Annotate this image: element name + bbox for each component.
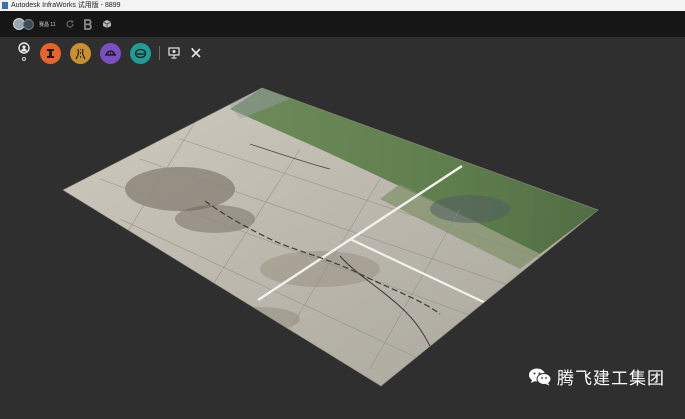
drainage-icon [134,48,147,58]
model-tool-button[interactable] [40,42,61,64]
presentation-tool-button[interactable] [167,46,181,60]
toolbar-divider [159,46,160,60]
model-cube-icon[interactable] [102,19,112,29]
road-icon [75,48,86,59]
top-bar: 赛昌 11 [0,11,685,37]
main-toolbar [0,37,685,69]
bridge-tool-button[interactable] [100,42,121,64]
build-model-icon [47,48,54,58]
location-tool-button[interactable] [17,40,31,66]
presentation-icon [168,47,180,59]
tools-icon [191,48,201,58]
bridge-icon [105,49,116,56]
location-pin-icon [18,42,30,61]
wechat-icon [529,368,552,385]
road-tool-button[interactable] [70,42,91,64]
window-title: Autodesk InfraWorks 试用版 - 8899 [11,2,121,9]
account-badge-icon [23,18,34,30]
bim360-icon[interactable] [83,18,93,30]
terrain-model[interactable] [0,69,685,414]
drainage-tool-button[interactable] [130,42,151,64]
watermark-text: 腾飞建工集团 [557,369,665,388]
infraworks-app-icon [2,2,8,9]
refresh-icon[interactable] [65,19,75,29]
window-titlebar: Autodesk InfraWorks 试用版 - 8899 [0,0,685,11]
3d-viewport[interactable] [0,69,685,414]
user-account-button[interactable]: 赛昌 11 [13,18,56,30]
settings-tool-button[interactable] [189,46,203,60]
watermark: 腾飞建工集团 [528,364,665,389]
user-name: 赛昌 11 [39,21,56,28]
